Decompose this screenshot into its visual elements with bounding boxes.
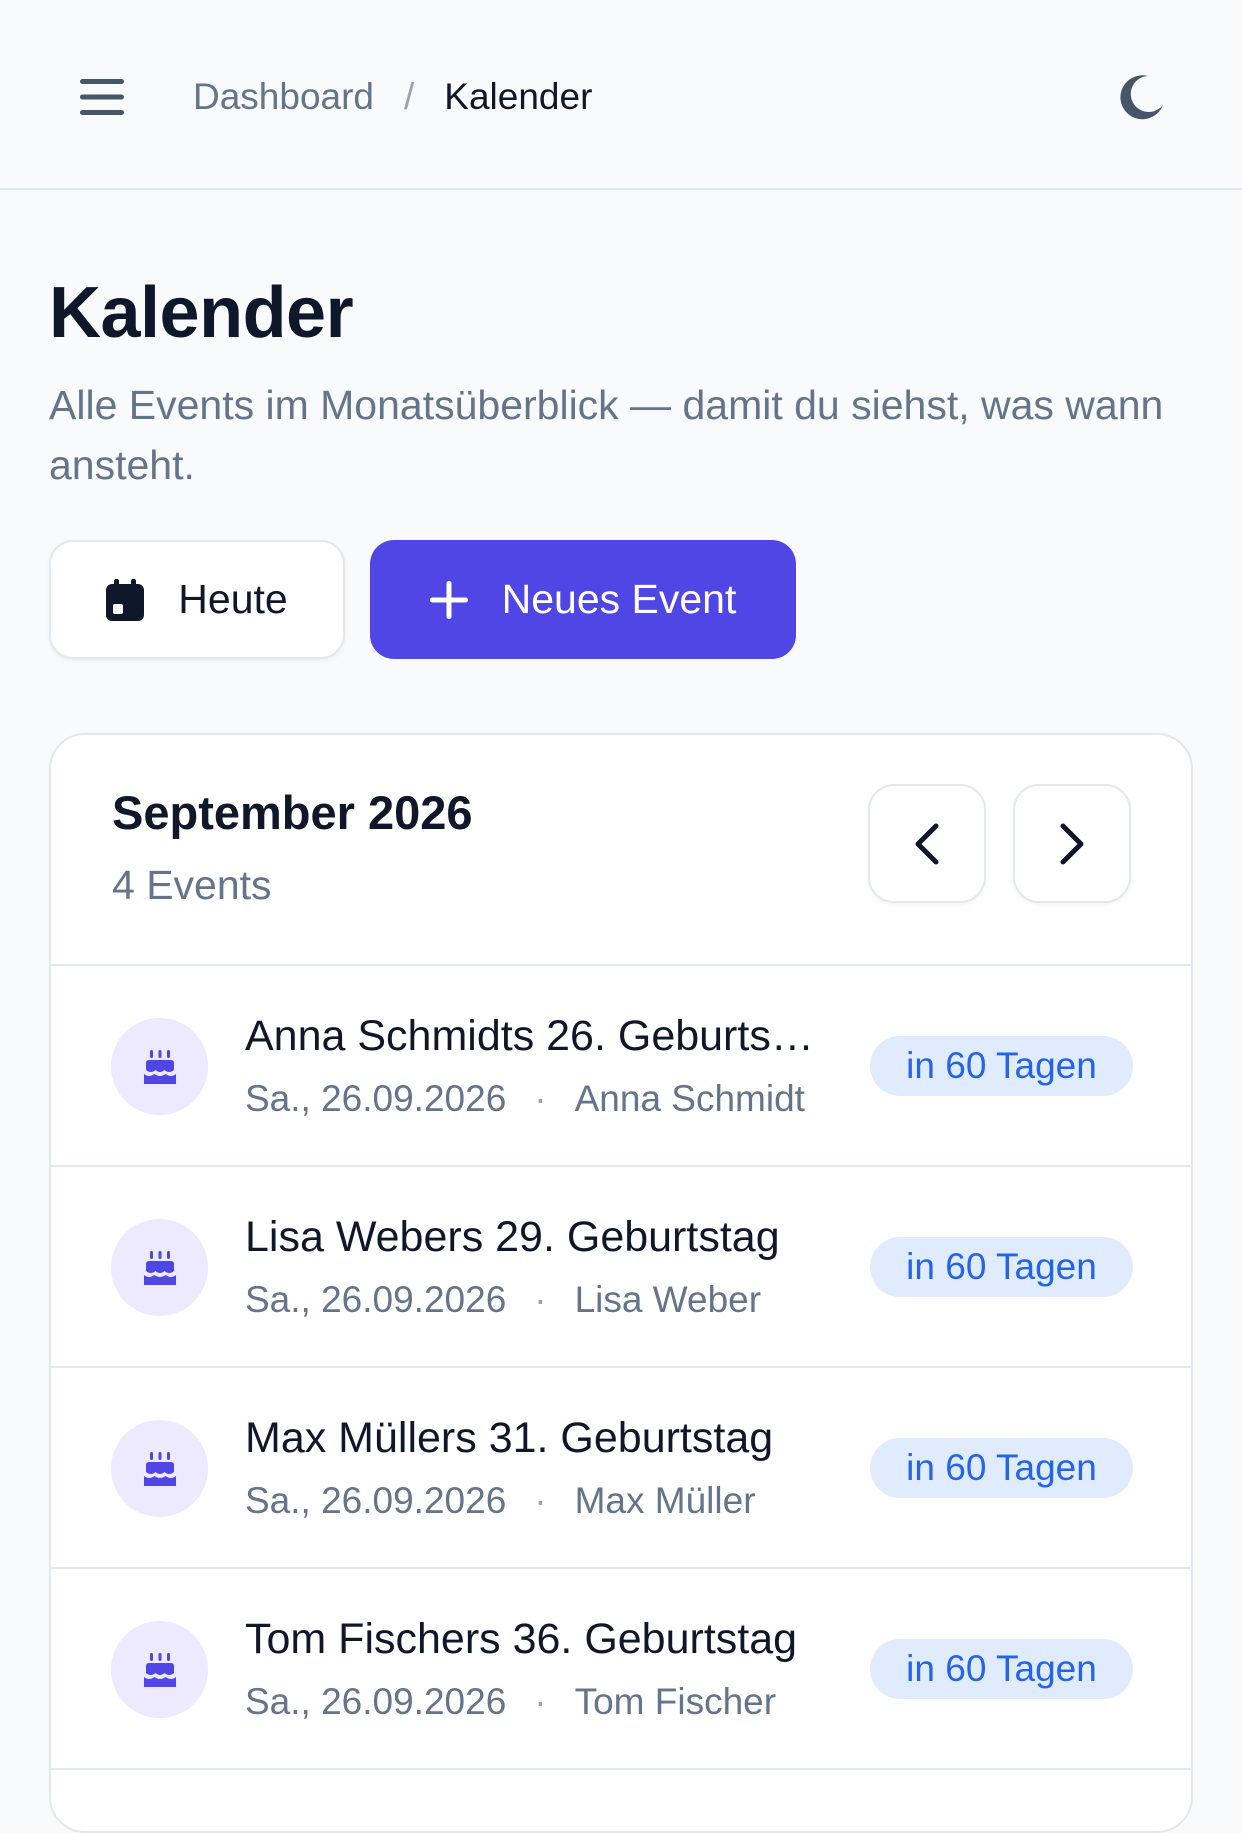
today-button-label: Heute <box>178 576 288 622</box>
today-button[interactable]: Heute <box>49 540 345 659</box>
calendar-card: September 2026 4 Events Anna Schmidts 26… <box>49 733 1193 1833</box>
event-avatar <box>111 1219 208 1316</box>
cake-icon <box>143 1652 176 1687</box>
previous-month-button[interactable] <box>868 784 986 903</box>
event-title: Anna Schmidts 26. Geburts… <box>245 1012 814 1060</box>
meta-separator: · <box>534 1681 547 1722</box>
event-meta: Sa., 26.09.2026 · Anna Schmidt <box>245 1078 865 1120</box>
cake-icon <box>143 1049 176 1084</box>
calendar-card-header: September 2026 4 Events <box>51 735 1191 966</box>
cake-icon <box>143 1250 176 1285</box>
new-event-button[interactable]: Neues Event <box>370 540 796 659</box>
breadcrumb-current: Kalender <box>444 76 593 117</box>
calendar-icon <box>106 578 145 621</box>
event-date: Sa., 26.09.2026 <box>245 1681 507 1722</box>
next-month-button[interactable] <box>1013 784 1131 903</box>
menu-button[interactable] <box>60 55 144 139</box>
menu-icon <box>80 79 124 115</box>
cake-icon <box>143 1451 176 1486</box>
event-avatar <box>111 1420 208 1517</box>
event-title: Lisa Webers 29. Geburtstag <box>245 1213 780 1261</box>
meta-separator: · <box>534 1078 547 1119</box>
event-meta: Sa., 26.09.2026 · Tom Fischer <box>245 1681 865 1723</box>
theme-toggle-button[interactable] <box>1100 55 1184 139</box>
countdown-badge: in 60 Tagen <box>870 1036 1133 1096</box>
event-person: Max Müller <box>574 1480 756 1521</box>
event-date: Sa., 26.09.2026 <box>245 1078 507 1119</box>
event-avatar <box>111 1621 208 1718</box>
page-subtitle: Alle Events im Monatsüberblick — damit d… <box>49 382 1164 488</box>
chevron-right-icon <box>1060 823 1084 864</box>
event-list: Anna Schmidts 26. Geburts… Sa., 26.09.20… <box>51 966 1191 1770</box>
event-avatar <box>111 1018 208 1115</box>
event-title: Tom Fischers 36. Geburtstag <box>245 1615 798 1663</box>
event-date: Sa., 26.09.2026 <box>245 1279 507 1320</box>
event-person: Anna Schmidt <box>574 1078 805 1119</box>
list-item[interactable]: Lisa Webers 29. Geburtstag Sa., 26.09.20… <box>51 1167 1191 1368</box>
countdown-badge: in 60 Tagen <box>870 1237 1133 1297</box>
meta-separator: · <box>534 1279 547 1320</box>
page-title: Kalender <box>49 273 354 353</box>
plus-icon <box>429 580 468 619</box>
list-item[interactable]: Tom Fischers 36. Geburtstag Sa., 26.09.2… <box>51 1569 1191 1770</box>
event-title: Max Müllers 31. Geburtstag <box>245 1414 774 1462</box>
meta-separator: · <box>534 1480 547 1521</box>
chevron-left-icon <box>915 823 939 864</box>
event-person: Lisa Weber <box>574 1279 762 1320</box>
moon-icon <box>1120 75 1163 120</box>
breadcrumb-dashboard-link[interactable]: Dashboard <box>193 76 374 118</box>
event-date: Sa., 26.09.2026 <box>245 1480 507 1521</box>
countdown-badge: in 60 Tagen <box>870 1639 1133 1699</box>
event-meta: Sa., 26.09.2026 · Max Müller <box>245 1480 865 1522</box>
new-event-button-label: Neues Event <box>501 576 737 622</box>
event-person: Tom Fischer <box>574 1681 777 1722</box>
event-count: 4 Events <box>112 862 272 908</box>
breadcrumb: Dashboard / Kalender <box>193 69 592 125</box>
month-title: September 2026 <box>112 786 473 839</box>
breadcrumb-separator: / <box>404 76 415 117</box>
countdown-badge: in 60 Tagen <box>870 1438 1133 1498</box>
list-item[interactable]: Anna Schmidts 26. Geburts… Sa., 26.09.20… <box>51 966 1191 1167</box>
event-meta: Sa., 26.09.2026 · Lisa Weber <box>245 1279 865 1321</box>
list-item[interactable]: Max Müllers 31. Geburtstag Sa., 26.09.20… <box>51 1368 1191 1569</box>
top-bar: Dashboard / Kalender <box>0 0 1242 190</box>
